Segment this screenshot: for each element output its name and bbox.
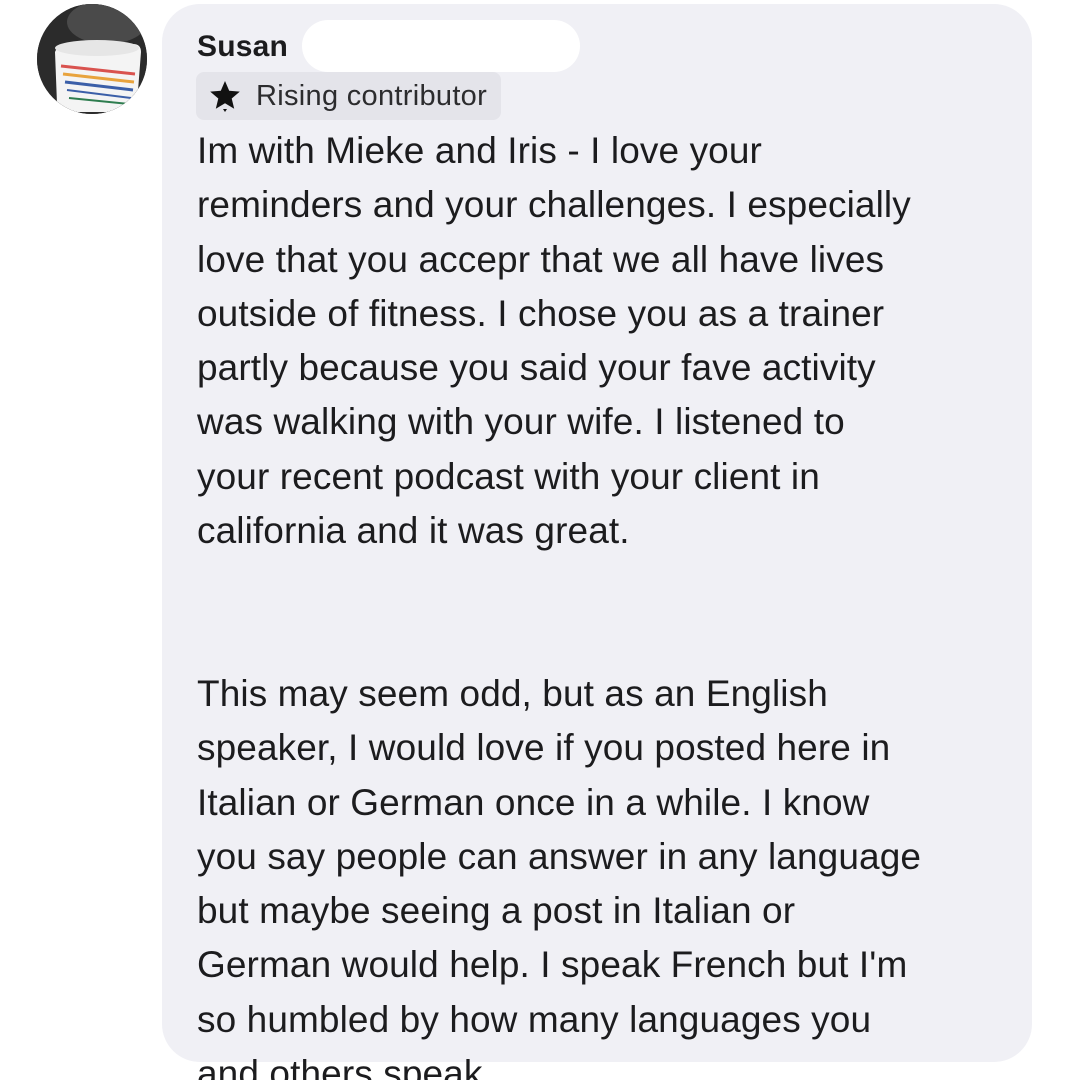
comment-line: you say people can answer in any languag… [197, 835, 922, 877]
comment-line: partly because you said your fave activi… [197, 347, 876, 389]
comment-line: outside of fitness. I chose you as a tra… [197, 292, 885, 334]
badge-label: Rising contributor [256, 79, 488, 112]
comment-line: This may seem odd, but as an English [197, 672, 828, 714]
comment-line: so humbled by how many languages you [197, 998, 872, 1040]
comment-paragraph-2: This may seem odd, but as an English spe… [197, 667, 1017, 1080]
comment-line: love that you accepr that we all have li… [197, 238, 885, 280]
comment-line: Italian or German once in a while. I kno… [197, 781, 870, 823]
comment-line: and others speak [197, 1053, 483, 1080]
comment-line: German would help. I speak French but I'… [197, 944, 908, 986]
comment-paragraph-1: Im with Mieke and Iris - I love your rem… [197, 124, 1017, 558]
comment-line: reminders and your challenges. I especia… [197, 184, 911, 226]
avatar-photo [37, 4, 147, 114]
comment-line: was walking with your wife. I listened t… [197, 401, 845, 443]
contributor-badge[interactable]: Rising contributor [196, 72, 502, 120]
avatar[interactable] [37, 4, 147, 114]
star-icon [208, 79, 242, 113]
comment-line: but maybe seeing a post in Italian or [197, 890, 796, 932]
comment-body: Im with Mieke and Iris - I love your rem… [197, 124, 1017, 1080]
comment-line: Im with Mieke and Iris - I love your [197, 130, 762, 171]
comment-header: Susan [197, 22, 288, 72]
comment-line: speaker, I would love if you posted here… [197, 727, 891, 769]
author-name[interactable]: Susan [197, 30, 288, 64]
name-redaction [302, 20, 580, 72]
comment-screenshot: Susan Rising contributor Im with Mieke a… [0, 0, 1080, 1080]
comment-line: your recent podcast with your client in [197, 455, 820, 497]
comment-line: california and it was great. [197, 510, 630, 552]
